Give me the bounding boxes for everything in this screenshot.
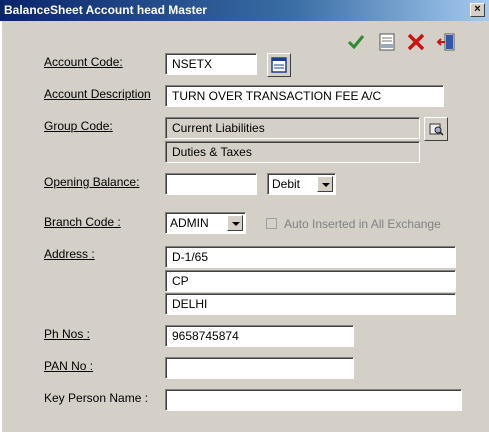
branch-code-select[interactable]: ADMIN — [165, 212, 246, 234]
binoculars-icon — [429, 123, 444, 136]
clear-form-icon[interactable] — [377, 32, 397, 52]
chevron-down-icon[interactable] — [227, 215, 243, 231]
balance-type-select[interactable]: Debit — [267, 173, 336, 195]
address-line1-input[interactable]: D-1/65 — [165, 246, 456, 268]
group-code-subgroup-display: Duties & Taxes — [165, 141, 420, 163]
chevron-down-icon[interactable] — [317, 176, 333, 192]
phone-label: Ph Nos : — [44, 327, 91, 341]
group-code-lookup-button[interactable] — [424, 117, 448, 141]
delete-x-icon[interactable] — [406, 32, 426, 52]
auto-inserted-label: Auto Inserted in All Exchange — [284, 217, 441, 231]
account-description-label: Account Description — [44, 87, 151, 101]
address-label: Address : — [44, 247, 95, 261]
opening-balance-label: Opening Balance: — [44, 175, 140, 189]
group-code-label: Group Code: — [44, 119, 113, 133]
account-description-input[interactable]: TURN OVER TRANSACTION FEE A/C — [165, 85, 444, 107]
address-line2-input[interactable]: CP — [165, 270, 456, 292]
window-frame — [0, 21, 2, 432]
account-head-master-window: BalanceSheet Account head Master × Accou… — [0, 0, 489, 432]
account-code-lookup-button[interactable] — [267, 53, 291, 77]
exit-door-icon[interactable] — [436, 32, 456, 52]
account-code-input[interactable]: NSETX — [165, 53, 257, 75]
address-line3-input[interactable]: DELHI — [165, 293, 456, 315]
opening-balance-input[interactable] — [165, 173, 257, 195]
auto-inserted-checkbox[interactable] — [266, 218, 277, 229]
pan-input[interactable] — [165, 357, 354, 379]
key-person-label: Key Person Name : — [44, 391, 149, 405]
title-bar[interactable]: BalanceSheet Account head Master × — [0, 0, 489, 21]
branch-code-value: ADMIN — [170, 216, 209, 230]
save-check-icon[interactable] — [346, 32, 366, 52]
phone-input[interactable]: 9658745874 — [165, 325, 354, 347]
window-grid-icon — [271, 57, 287, 73]
balance-type-value: Debit — [272, 177, 301, 191]
branch-code-label: Branch Code : — [44, 215, 121, 229]
key-person-input[interactable] — [165, 389, 462, 411]
pan-label: PAN No : — [44, 359, 94, 373]
window-title: BalanceSheet Account head Master — [4, 3, 207, 17]
group-code-display: Current Liabilities — [165, 117, 420, 139]
close-button[interactable]: × — [470, 3, 485, 17]
account-code-label: Account Code: — [44, 55, 123, 69]
